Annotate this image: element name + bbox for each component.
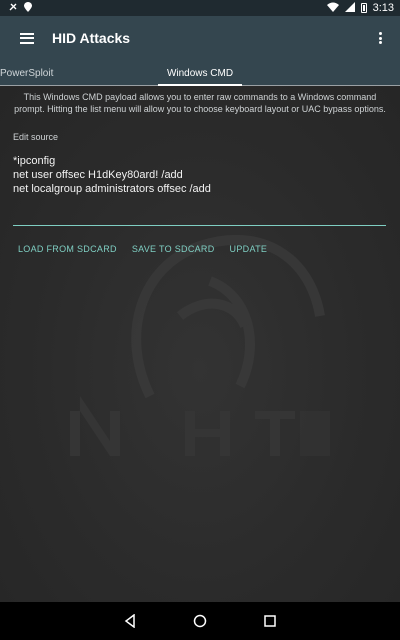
status-time: 3:13 — [372, 2, 394, 14]
edit-source-field[interactable]: *ipconfig net user offsec H1dKey80ard! /… — [13, 154, 386, 226]
payload-description: This Windows CMD payload allows you to e… — [14, 92, 386, 114]
load-from-sdcard-button[interactable]: LOAD FROM SDCARD — [18, 244, 117, 254]
recents-icon[interactable] — [260, 611, 280, 631]
back-icon[interactable] — [120, 611, 140, 631]
save-to-sdcard-button[interactable]: SAVE TO SDCARD — [132, 244, 215, 254]
source-line: *ipconfig — [13, 155, 56, 167]
page-title: HID Attacks — [52, 30, 131, 46]
tab-powersploit[interactable]: PowerSploit — [0, 60, 53, 86]
battery-icon — [360, 3, 367, 13]
system-nav-bar — [0, 602, 400, 640]
hamburger-menu-icon[interactable] — [20, 32, 34, 44]
action-buttons: LOAD FROM SDCARD SAVE TO SDCARD UPDATE — [18, 244, 267, 254]
tab-bar: PowerSploit Windows CMD — [0, 60, 400, 86]
tab-windows-cmd[interactable]: Windows CMD — [158, 60, 242, 86]
more-vert-icon[interactable] — [372, 30, 388, 46]
location-icon — [24, 1, 32, 15]
edit-source-label: Edit source — [13, 132, 59, 142]
status-bar: 3:13 — [0, 0, 400, 16]
app-toolbar: HID Attacks — [0, 16, 400, 60]
update-button[interactable]: UPDATE — [230, 244, 268, 254]
wifi-icon — [326, 2, 339, 15]
signal-icon — [344, 1, 355, 15]
home-icon[interactable] — [190, 611, 210, 631]
source-line: net localgroup administrators offsec /ad… — [13, 183, 211, 195]
main-content: This Windows CMD payload allows you to e… — [0, 86, 400, 602]
source-line: net user offsec H1dKey80ard! /add — [13, 169, 183, 181]
notification-icon — [8, 2, 18, 15]
